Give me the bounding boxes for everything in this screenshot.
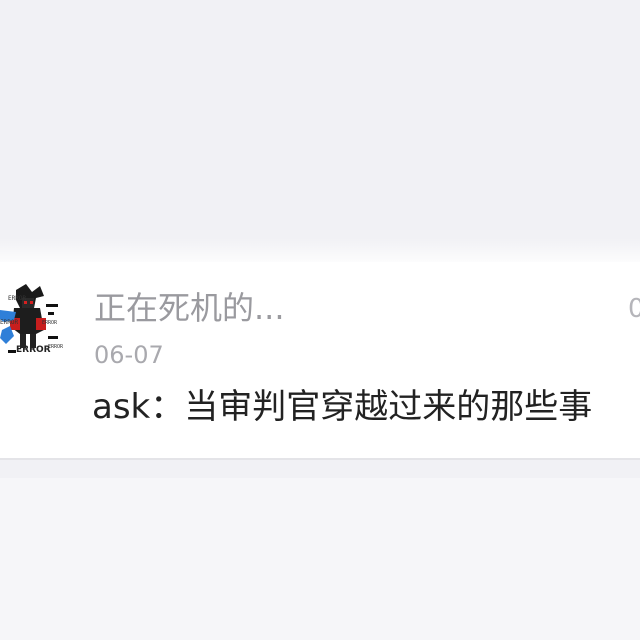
author-name: 正在死机的... [94, 289, 285, 327]
svg-text:ERROR: ERROR [0, 319, 18, 326]
svg-text:ERROR: ERROR [48, 344, 64, 350]
next-conversation-item[interactable] [0, 478, 640, 640]
svg-text:ERROR: ERROR [16, 345, 51, 355]
background-area [0, 0, 640, 262]
avatar[interactable]: ERROR ERROR ERROR ERROR ERROR [0, 278, 72, 364]
message-date: 06-07 [94, 341, 164, 369]
svg-text:ERROR: ERROR [42, 320, 58, 326]
trailing-count: 0 [628, 294, 640, 324]
svg-text:ERROR: ERROR [8, 295, 26, 302]
message-preview: ask：当审判官穿越过来的那些事 [92, 387, 593, 427]
error-character-avatar-icon: ERROR ERROR ERROR ERROR ERROR [0, 278, 72, 364]
